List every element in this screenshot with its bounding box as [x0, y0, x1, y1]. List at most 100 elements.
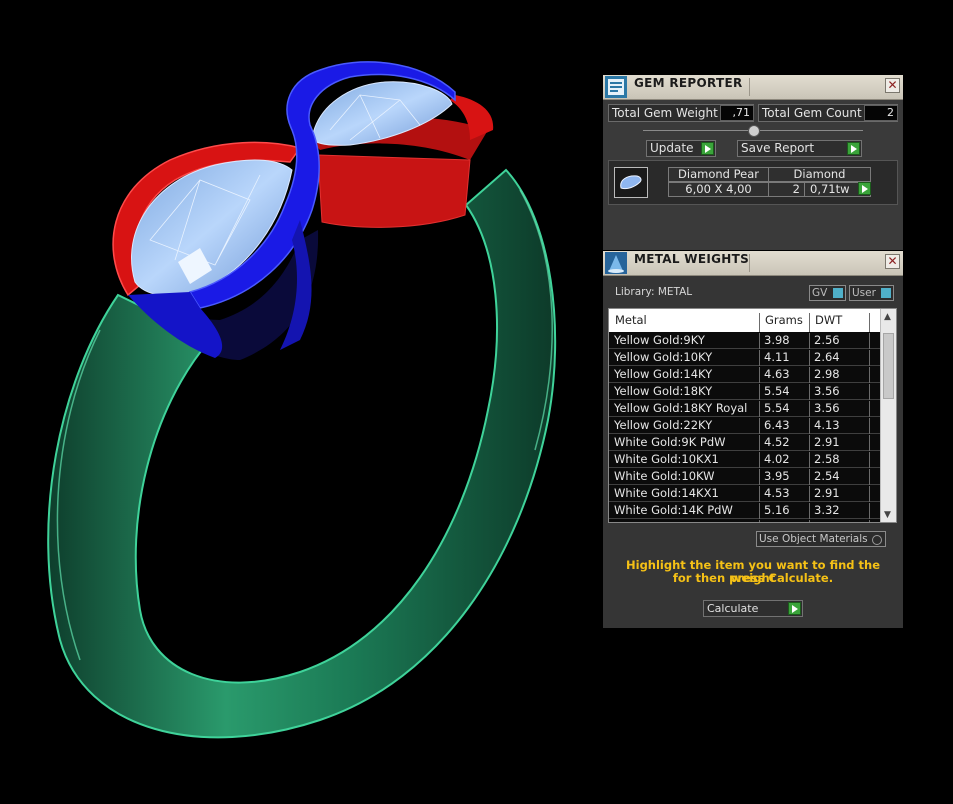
- column-divider: [869, 486, 870, 502]
- column-divider: [869, 350, 870, 366]
- gem-count-cell[interactable]: 2: [768, 182, 805, 197]
- hint-line-2: for then press Calculate.: [672, 571, 834, 585]
- metal-grams-cell: 4.63: [764, 367, 790, 381]
- metal-weights-list[interactable]: Metal Grams DWT Yellow Gold:9KY 3.98 2.56 Y…: [608, 308, 897, 523]
- user-toggle[interactable]: User: [849, 285, 894, 301]
- scrollbar-thumb[interactable]: [883, 333, 894, 399]
- metal-row[interactable]: Yellow Gold:9KY 3.98 2.56: [609, 332, 881, 349]
- metal-name-cell: White Gold:10KX1: [614, 452, 719, 466]
- titlebar-divider: [749, 254, 750, 272]
- use-object-materials-toggle[interactable]: Use Object Materials: [756, 531, 886, 547]
- pear-diamond-icon: [620, 175, 642, 190]
- toggle-indicator-icon: [833, 288, 843, 298]
- total-gem-weight-value: ,71: [720, 105, 754, 121]
- column-divider: [759, 384, 760, 400]
- gem-reporter-close-button[interactable]: ✕: [885, 78, 900, 93]
- column-divider: [869, 333, 870, 349]
- column-divider: [809, 367, 810, 383]
- gv-toggle[interactable]: GV: [809, 285, 846, 301]
- metal-weights-close-button[interactable]: ✕: [885, 254, 900, 269]
- metal-row[interactable]: Yellow Gold:14KY 4.63 2.98: [609, 366, 881, 383]
- column-divider: [869, 418, 870, 434]
- column-divider: [869, 520, 870, 522]
- metal-dwt-cell: 2.64: [814, 350, 840, 364]
- metal-grams-cell: 5.54: [764, 401, 790, 415]
- column-header-metal[interactable]: Metal: [615, 313, 647, 327]
- column-divider: [759, 435, 760, 451]
- metal-name-cell: Yellow Gold:14KY: [614, 367, 713, 381]
- update-label: Update: [650, 141, 694, 155]
- metal-weights-panel: METAL WEIGHTS ✕ Library: METAL GV User M…: [603, 251, 903, 628]
- metal-dwt-cell: 4.13: [814, 418, 840, 432]
- radio-indicator-icon: [872, 535, 882, 545]
- play-icon: [858, 182, 871, 195]
- metal-weights-titlebar[interactable]: METAL WEIGHTS ✕: [603, 251, 903, 276]
- metal-row[interactable]: White Gold:10KW 3.95 2.54: [609, 468, 881, 485]
- total-gem-count-value: 2: [864, 105, 898, 121]
- metal-row[interactable]: Yellow Gold:18KY Royal 5.54 3.56: [609, 400, 881, 417]
- gem-reporter-panel: GEM REPORTER ✕ Total Gem Weight ,71 Tota…: [603, 75, 903, 250]
- toggle-indicator-icon: [881, 288, 891, 298]
- column-divider: [809, 418, 810, 434]
- metal-grams-cell: 4.02: [764, 452, 790, 466]
- play-icon: [847, 142, 860, 155]
- metal-grams-cell: 4.53: [764, 486, 790, 500]
- metal-name-cell: White Gold:9K PdW: [614, 435, 726, 449]
- scroll-down-icon[interactable]: ▼: [884, 510, 891, 520]
- column-divider: [759, 452, 760, 468]
- metal-row[interactable]: Yellow Gold:18KY 5.54 3.56: [609, 383, 881, 400]
- calculate-button[interactable]: Calculate: [703, 600, 803, 617]
- metal-row[interactable]: White Gold:9K PdW 4.52 2.91: [609, 434, 881, 451]
- calculate-label: Calculate: [707, 602, 759, 615]
- column-divider: [759, 503, 760, 519]
- metal-row[interactable]: White Gold:10KX1 4.02 2.58: [609, 451, 881, 468]
- column-divider: [869, 401, 870, 417]
- column-divider: [869, 384, 870, 400]
- metal-dwt-cell: 2.58: [814, 452, 840, 466]
- metal-grams-cell: 6.43: [764, 418, 790, 432]
- metal-row[interactable]: White Gold:14K PdW 5.16 3.32: [609, 502, 881, 519]
- metal-row[interactable]: White Gold:14KW 4.59 2.94: [609, 519, 881, 522]
- column-divider: [759, 401, 760, 417]
- metal-grams-cell: 3.98: [764, 333, 790, 347]
- save-report-button[interactable]: Save Report: [737, 140, 862, 157]
- gem-row-go-button[interactable]: [854, 182, 871, 197]
- column-divider: [869, 435, 870, 451]
- gem-name-cell[interactable]: Diamond Pear: [668, 167, 769, 182]
- metal-dwt-cell: 3.56: [814, 401, 840, 415]
- metal-name-cell: Yellow Gold:22KY: [614, 418, 713, 432]
- column-divider: [809, 350, 810, 366]
- scroll-up-icon[interactable]: ▲: [884, 312, 891, 322]
- metal-row[interactable]: Yellow Gold:22KY 6.43 4.13: [609, 417, 881, 434]
- column-divider: [809, 333, 810, 349]
- column-divider: [759, 418, 760, 434]
- gem-size-cell[interactable]: 6,00 X 4,00: [668, 182, 769, 197]
- metal-grams-cell: 3.95: [764, 469, 790, 483]
- column-divider: [809, 503, 810, 519]
- close-icon: ✕: [887, 254, 898, 268]
- column-header-dwt[interactable]: DWT: [815, 313, 842, 327]
- column-divider: [869, 469, 870, 485]
- metal-name-cell: Yellow Gold:18KY: [614, 384, 713, 398]
- splitter-handle-icon[interactable]: [748, 125, 760, 137]
- metal-name-cell: Yellow Gold:9KY: [614, 333, 705, 347]
- metal-row[interactable]: White Gold:14KX1 4.53 2.91: [609, 485, 881, 502]
- metal-grams-cell: 4.11: [764, 350, 790, 364]
- gem-thumbnail[interactable]: [614, 167, 648, 198]
- column-divider: [759, 333, 760, 349]
- metal-grams-cell: 4.52: [764, 435, 790, 449]
- metal-row[interactable]: Yellow Gold:10KY 4.11 2.64: [609, 349, 881, 366]
- column-divider: [809, 486, 810, 502]
- metal-name-cell: White Gold:14KX1: [614, 486, 719, 500]
- play-icon: [701, 142, 714, 155]
- gem-material-cell[interactable]: Diamond: [768, 167, 871, 182]
- update-button[interactable]: Update: [646, 140, 716, 157]
- column-header-grams[interactable]: Grams: [765, 313, 803, 327]
- column-divider: [809, 384, 810, 400]
- column-divider: [809, 469, 810, 485]
- column-divider: [869, 503, 870, 519]
- metal-dwt-cell: 2.94: [814, 520, 840, 522]
- metal-list-scrollbar[interactable]: ▲ ▼: [880, 309, 896, 522]
- gem-reporter-titlebar[interactable]: GEM REPORTER ✕: [603, 75, 903, 100]
- user-toggle-label: User: [852, 287, 876, 299]
